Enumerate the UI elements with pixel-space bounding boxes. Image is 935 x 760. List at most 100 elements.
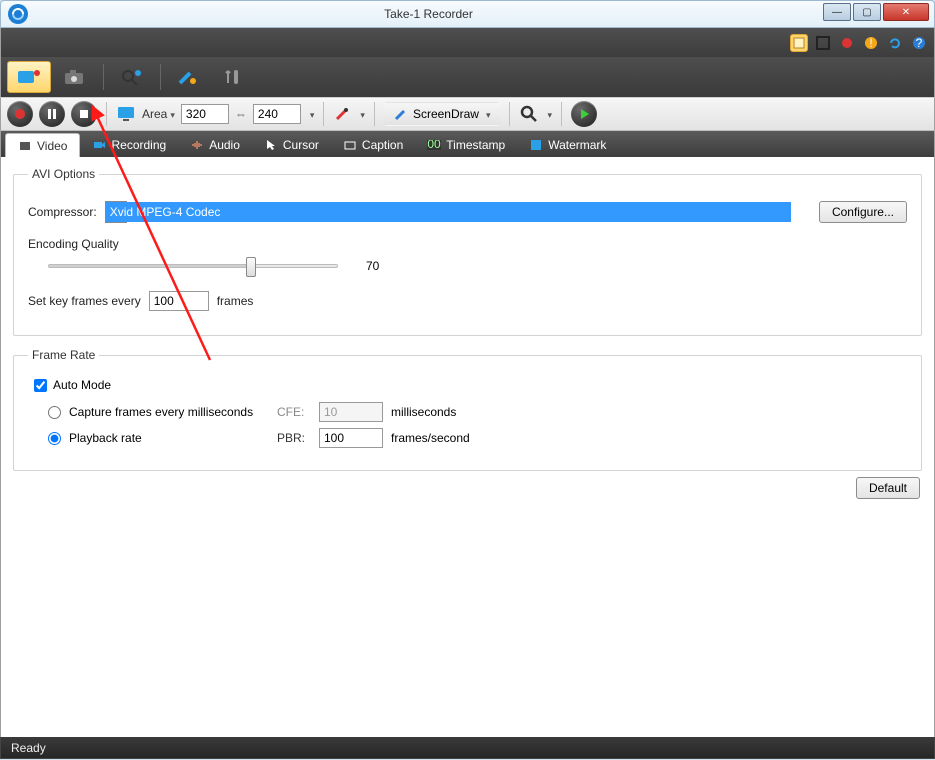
- pbr-unit: frames/second: [391, 431, 470, 445]
- zoom-icon[interactable]: [519, 104, 539, 124]
- link-icon[interactable]: ⇔: [235, 107, 247, 121]
- main-panel: AVI Options Compressor: Xvid MPEG-4 Code…: [0, 157, 935, 737]
- cursor-icon: [264, 138, 278, 152]
- mode-snapshot[interactable]: [53, 61, 97, 93]
- cfe-input: [319, 402, 383, 422]
- statusbar: Ready: [0, 737, 935, 759]
- screendraw-label: ScreenDraw: [413, 107, 479, 121]
- tab-cursor[interactable]: Cursor: [252, 133, 331, 157]
- compressor-value: Xvid MPEG-4 Codec: [106, 202, 791, 222]
- app-logo-icon: [7, 3, 29, 25]
- tab-label: Video: [37, 139, 67, 153]
- fullscreen-icon[interactable]: [814, 34, 832, 52]
- frame-rate-legend: Frame Rate: [28, 348, 99, 362]
- tab-label: Cursor: [283, 138, 319, 152]
- bug-icon[interactable]: [838, 34, 856, 52]
- compressor-select[interactable]: Xvid MPEG-4 Codec: [105, 201, 811, 223]
- tab-label: Caption: [362, 138, 403, 152]
- cfe-radio[interactable]: [48, 406, 61, 419]
- tab-label: Audio: [209, 138, 240, 152]
- help-icon[interactable]: ?: [910, 34, 928, 52]
- stop-button[interactable]: [71, 101, 97, 127]
- mode-record-video[interactable]: [7, 61, 51, 93]
- minimize-button[interactable]: —: [823, 3, 851, 21]
- tab-timestamp[interactable]: 00 Timestamp: [415, 133, 517, 157]
- zoom-dropdown[interactable]: [545, 107, 553, 121]
- tab-caption[interactable]: Caption: [331, 133, 415, 157]
- frame-rate-group: Frame Rate Auto Mode Capture frames ever…: [13, 348, 922, 471]
- warning-icon[interactable]: !: [862, 34, 880, 52]
- cfe-label: Capture frames every milliseconds: [69, 405, 269, 419]
- eyedropper-dropdown[interactable]: [357, 107, 365, 121]
- maximize-button[interactable]: ▢: [853, 3, 881, 21]
- camera-icon: [92, 138, 106, 152]
- screendraw-button[interactable]: ScreenDraw: [384, 102, 500, 126]
- refresh-icon[interactable]: [886, 34, 904, 52]
- slider-thumb[interactable]: [246, 257, 256, 277]
- status-text: Ready: [11, 741, 46, 755]
- screendraw-dropdown[interactable]: [483, 107, 491, 121]
- keyframes-label: Set key frames every: [28, 294, 141, 308]
- avi-options-group: AVI Options Compressor: Xvid MPEG-4 Code…: [13, 167, 922, 336]
- separator: [160, 64, 161, 90]
- svg-text:?: ?: [916, 36, 923, 50]
- titlebar: Take-1 Recorder — ▢ ✕: [0, 0, 935, 28]
- pbr-input[interactable]: [319, 428, 383, 448]
- separator: [561, 102, 562, 126]
- avi-legend: AVI Options: [28, 167, 99, 181]
- default-button[interactable]: Default: [856, 477, 920, 499]
- mode-tools[interactable]: [213, 61, 257, 93]
- area-width-input[interactable]: [181, 104, 229, 124]
- area-label[interactable]: Area: [142, 107, 175, 121]
- record-button[interactable]: [7, 101, 33, 127]
- area-dropdown[interactable]: [307, 107, 315, 121]
- keyframes-input[interactable]: [149, 291, 209, 311]
- window-title: Take-1 Recorder: [35, 7, 822, 21]
- watermark-icon: [529, 138, 543, 152]
- compressor-label: Compressor:: [28, 205, 97, 219]
- pbr-radio[interactable]: [48, 432, 61, 445]
- separator: [374, 102, 375, 126]
- timestamp-icon: 00: [427, 138, 441, 152]
- separator: [323, 102, 324, 126]
- separator: [103, 64, 104, 90]
- cfe-unit: milliseconds: [391, 405, 456, 419]
- auto-mode-checkbox[interactable]: [34, 379, 47, 392]
- pause-button[interactable]: [39, 101, 65, 127]
- tab-label: Watermark: [548, 138, 606, 152]
- tab-label: Recording: [111, 138, 166, 152]
- control-toolbar: Area ⇔ ScreenDraw: [0, 97, 935, 131]
- play-button[interactable]: [571, 101, 597, 127]
- audio-icon: [190, 138, 204, 152]
- separator: [106, 102, 107, 126]
- auto-mode-label: Auto Mode: [53, 378, 111, 392]
- eyedropper-icon[interactable]: [333, 105, 351, 123]
- menu-iconbar: ! ?: [0, 28, 935, 57]
- encoding-quality-value: 70: [366, 259, 379, 273]
- svg-text:00: 00: [428, 140, 442, 150]
- tab-audio[interactable]: Audio: [178, 133, 252, 157]
- caption-icon: [343, 138, 357, 152]
- video-icon: [18, 139, 32, 153]
- keyframes-unit: frames: [217, 294, 254, 308]
- separator: [509, 102, 510, 126]
- encoding-quality-label: Encoding Quality: [28, 237, 119, 251]
- mode-toolbar: [0, 57, 935, 97]
- tab-label: Timestamp: [446, 138, 505, 152]
- tab-watermark[interactable]: Watermark: [517, 133, 618, 157]
- mode-magnify-settings[interactable]: [110, 61, 154, 93]
- tab-recording[interactable]: Recording: [80, 133, 178, 157]
- settings-tabbar: Video Recording Audio Cursor Caption 00 …: [0, 131, 935, 157]
- pbr-code: PBR:: [277, 431, 311, 445]
- svg-text:!: !: [869, 36, 872, 50]
- cfe-code: CFE:: [277, 405, 311, 419]
- mode-brush[interactable]: [167, 61, 211, 93]
- configure-button[interactable]: Configure...: [819, 201, 907, 223]
- monitor-icon: [116, 105, 136, 123]
- encoding-quality-slider[interactable]: [48, 264, 338, 268]
- pbr-label: Playback rate: [69, 431, 269, 445]
- area-height-input[interactable]: [253, 104, 301, 124]
- panel-toggle-icon[interactable]: [790, 34, 808, 52]
- close-button[interactable]: ✕: [883, 3, 929, 21]
- tab-video[interactable]: Video: [5, 133, 80, 157]
